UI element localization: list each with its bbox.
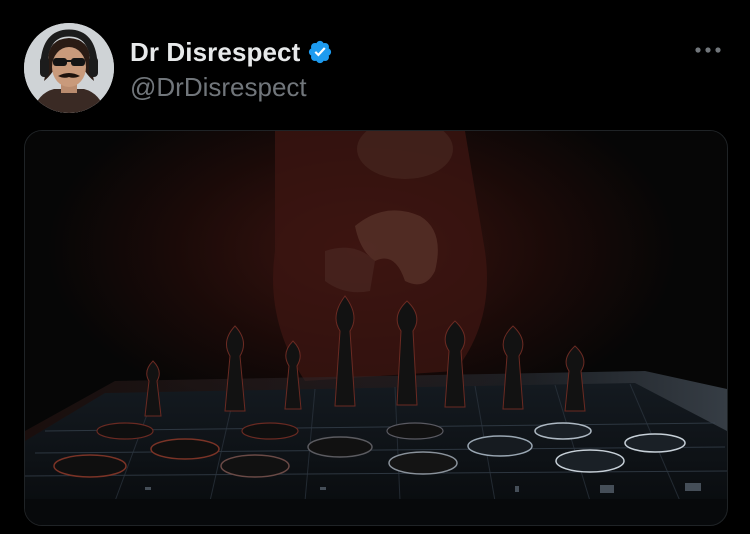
post-header: Dr Disrespect @DrDisrespect	[130, 36, 333, 103]
display-name[interactable]: Dr Disrespect	[130, 37, 300, 68]
avatar[interactable]	[24, 23, 114, 113]
chess-board-photo	[25, 131, 727, 525]
tweet-card: Dr Disrespect @DrDisrespect	[0, 0, 750, 534]
more-horizontal-icon	[695, 47, 721, 53]
user-handle[interactable]: @DrDisrespect	[130, 72, 333, 103]
more-options-button[interactable]	[690, 36, 726, 64]
profile-photo	[24, 23, 114, 113]
name-row: Dr Disrespect	[130, 36, 333, 68]
media-photo[interactable]	[24, 130, 728, 526]
verified-badge-icon	[307, 39, 333, 65]
